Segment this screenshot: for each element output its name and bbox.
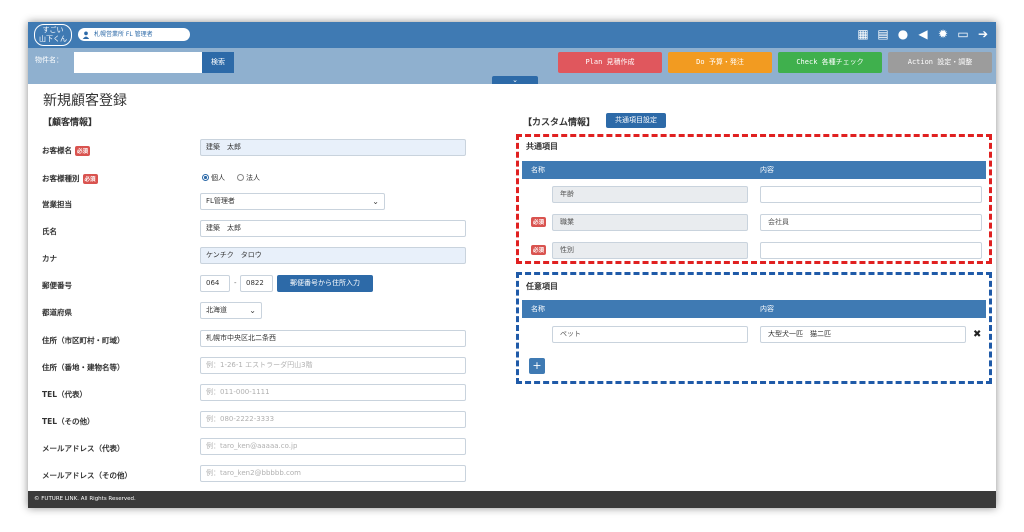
common-items-title: 共通項目 bbox=[526, 142, 558, 151]
search-bar: 物件名： 検索 Plan 見積作成 Do 予算・発注 Check 各種チェック … bbox=[28, 48, 996, 84]
common-row-name: 性別 bbox=[552, 242, 748, 259]
address1-input[interactable]: 札幌市中央区北二条西 bbox=[200, 330, 466, 347]
common-row-content-input[interactable] bbox=[760, 242, 982, 259]
customer-section-title: 【顧客情報】 bbox=[43, 118, 98, 128]
tel-main-input[interactable]: 例：011-000-1111 bbox=[200, 384, 466, 401]
col-content: 内容 bbox=[760, 166, 774, 174]
customer-name-label: お客様名 必須 bbox=[42, 146, 91, 156]
add-row-button[interactable]: + bbox=[529, 358, 545, 374]
tel-other-label: TEL（その他） bbox=[42, 417, 95, 426]
action-label: 設定・調整 bbox=[937, 58, 973, 66]
folder-icon[interactable]: ▭ bbox=[956, 26, 970, 42]
customer-type-label: お客様種別 必須 bbox=[42, 174, 98, 184]
email-main-input[interactable]: 例：taro_ken@aaaaa.co.jp bbox=[200, 438, 466, 455]
address1-label: 住所（市区町村・町域） bbox=[42, 336, 125, 345]
user-badge[interactable]: 札幌営業所 FL 管理者 bbox=[78, 28, 190, 41]
do-key: Do bbox=[696, 58, 705, 66]
common-row-content-input[interactable]: 会社員 bbox=[760, 214, 982, 231]
search-input[interactable] bbox=[74, 52, 202, 73]
app-window: すごい 山下くん 札幌営業所 FL 管理者 ▦ ▤ ● ◀ ✹ ▭ ➔ 物件名：… bbox=[28, 22, 996, 508]
calendar-icon[interactable]: ▤ bbox=[876, 26, 890, 42]
action-button[interactable]: Action 設定・調整 bbox=[888, 52, 992, 73]
postal-part2-input[interactable]: 0822 bbox=[240, 275, 273, 292]
common-row-content-input[interactable] bbox=[760, 186, 982, 203]
building-icon[interactable]: ▦ bbox=[856, 26, 870, 42]
optional-items-group: 任意項目 名称 内容 ペット 大型犬一匹 猫二匹 ✖ + bbox=[516, 272, 992, 384]
tel-other-input[interactable]: 例：080-2222-3333 bbox=[200, 411, 466, 428]
tel-main-label: TEL（代表） bbox=[42, 390, 88, 399]
common-table-header: 名称 内容 bbox=[522, 161, 986, 179]
check-key: Check bbox=[796, 58, 818, 66]
prefecture-label: 都道府県 bbox=[42, 308, 72, 317]
common-settings-button[interactable]: 共通項目設定 bbox=[606, 113, 666, 128]
postal-separator: - bbox=[234, 279, 237, 287]
sales-rep-label: 営業担当 bbox=[42, 200, 72, 209]
postal-part1-input[interactable]: 064 bbox=[200, 275, 230, 292]
sales-rep-select[interactable]: FL管理者 ⌄ bbox=[200, 193, 385, 210]
optional-row-name-input[interactable]: ペット bbox=[552, 326, 748, 343]
check-button[interactable]: Check 各種チェック bbox=[778, 52, 882, 73]
close-icon[interactable]: ✖ bbox=[973, 329, 981, 340]
top-bar: すごい 山下くん 札幌営業所 FL 管理者 ▦ ▤ ● ◀ ✹ ▭ ➔ bbox=[28, 22, 996, 48]
action-key: Action bbox=[907, 58, 934, 66]
kana-label: カナ bbox=[42, 254, 57, 263]
common-row-name: 年齢 bbox=[552, 186, 748, 203]
required-badge: 必須 bbox=[531, 245, 547, 255]
email-main-label: メールアドレス（代表） bbox=[42, 444, 125, 453]
app-logo[interactable]: すごい 山下くん bbox=[34, 24, 72, 46]
radio-checked-icon bbox=[202, 174, 209, 181]
optional-table-header: 名称 内容 bbox=[522, 300, 986, 318]
common-row-name: 職業 bbox=[552, 214, 748, 231]
chevron-down-icon: ⌄ bbox=[372, 197, 379, 206]
kana-input[interactable]: ケンチク タロウ bbox=[200, 247, 466, 264]
check-label: 各種チェック bbox=[821, 58, 864, 66]
radio-unchecked-icon bbox=[237, 174, 244, 181]
required-badge: 必須 bbox=[75, 146, 91, 156]
full-name-label: 氏名 bbox=[42, 227, 57, 236]
chevron-down-icon: ⌄ bbox=[249, 306, 256, 315]
optional-row-content-input[interactable]: 大型犬一匹 猫二匹 bbox=[760, 326, 966, 343]
col-name: 名称 bbox=[531, 166, 545, 174]
search-label: 物件名： bbox=[35, 56, 63, 64]
email-other-input[interactable]: 例：taro_ken2@bbbbb.com bbox=[200, 465, 466, 482]
customer-name-input[interactable]: 建築 太郎 bbox=[200, 139, 466, 156]
chevron-down-icon[interactable]: ⌄ bbox=[492, 76, 538, 84]
custom-section-title: 【カスタム情報】 bbox=[523, 118, 596, 128]
postal-label: 郵便番号 bbox=[42, 281, 72, 290]
megaphone-icon[interactable]: ◀ bbox=[916, 26, 930, 42]
prefecture-select[interactable]: 北海道 ⌄ bbox=[200, 302, 262, 319]
col-content: 内容 bbox=[760, 305, 774, 313]
top-icons: ▦ ▤ ● ◀ ✹ ▭ ➔ bbox=[856, 26, 990, 42]
do-label: 予算・発注 bbox=[708, 58, 744, 66]
radio-corporation[interactable]: 法人 bbox=[237, 173, 260, 183]
user-icon bbox=[82, 31, 90, 39]
user-badge-label: 札幌営業所 FL 管理者 bbox=[94, 31, 153, 38]
address2-input[interactable]: 例：1-26-1 エストラーダ円山3階 bbox=[200, 357, 466, 374]
full-name-input[interactable]: 建築 太郎 bbox=[200, 220, 466, 237]
plan-label: 見積作成 bbox=[606, 58, 635, 66]
page-title: 新規顧客登録 bbox=[43, 93, 127, 109]
logout-icon[interactable]: ➔ bbox=[976, 26, 990, 42]
plan-key: Plan bbox=[585, 58, 603, 66]
gear-icon[interactable]: ✹ bbox=[936, 26, 950, 42]
optional-items-title: 任意項目 bbox=[526, 282, 558, 291]
address2-label: 住所（番地・建物名等） bbox=[42, 363, 125, 372]
col-name: 名称 bbox=[531, 305, 545, 313]
email-other-label: メールアドレス（その他） bbox=[42, 471, 132, 480]
postal-lookup-button[interactable]: 郵便番号から住所入力 bbox=[277, 275, 373, 292]
plan-button[interactable]: Plan 見積作成 bbox=[558, 52, 662, 73]
required-badge: 必須 bbox=[531, 217, 547, 227]
required-badge: 必須 bbox=[82, 174, 98, 184]
chat-icon[interactable]: ● bbox=[896, 26, 910, 42]
footer: © FUTURE LINK. All Rights Reserved. bbox=[28, 491, 996, 508]
common-items-group: 共通項目 名称 内容 年齢 必須 職業 会社員 必須 性別 bbox=[516, 134, 992, 264]
radio-individual[interactable]: 個人 bbox=[202, 173, 225, 183]
do-button[interactable]: Do 予算・発注 bbox=[668, 52, 772, 73]
search-button[interactable]: 検索 bbox=[202, 52, 234, 73]
